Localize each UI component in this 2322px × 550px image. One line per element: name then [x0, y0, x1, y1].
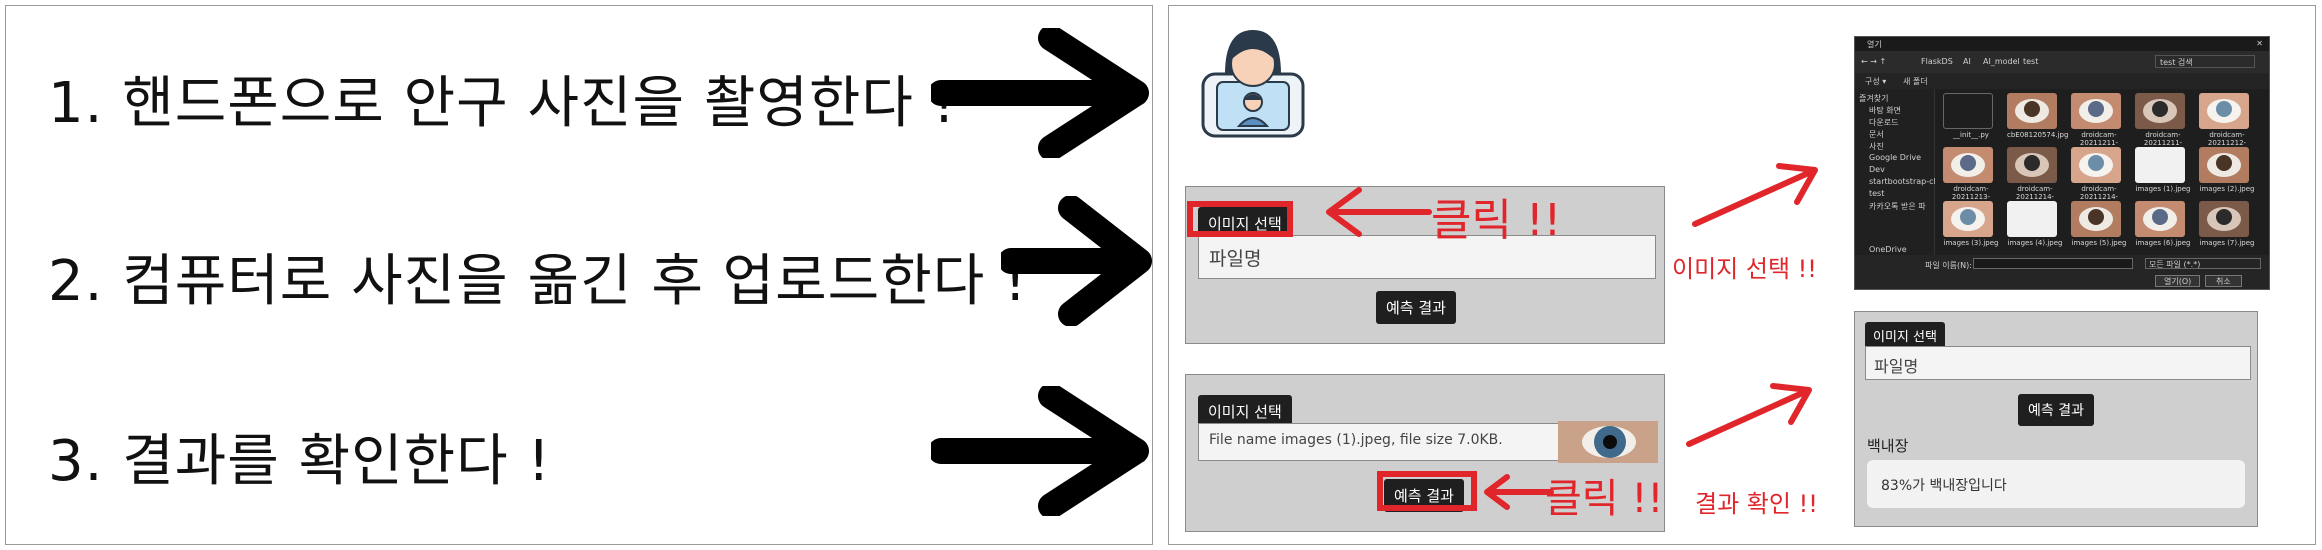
step-1-arrow	[931, 28, 1149, 158]
back-icon[interactable]: ← → ↑	[1861, 57, 1886, 66]
filename-input[interactable]	[1973, 258, 2133, 269]
click-arrow-1	[1326, 187, 1432, 237]
file-name: images (4).jpeg	[2007, 239, 2063, 247]
file-name: images (3).jpeg	[1943, 239, 1999, 247]
check-result-arrow	[1686, 383, 1812, 447]
file-name: images (6).jpeg	[2135, 239, 2191, 247]
file-thumbnail	[2071, 147, 2121, 183]
new-folder-button[interactable]: 새 폴더	[1903, 76, 1928, 87]
file-name: images (2).jpeg	[2199, 185, 2255, 193]
select-image-arrow	[1692, 163, 1818, 227]
check-result-label: 결과 확인 !!	[1695, 490, 1818, 518]
file-thumbnail	[2071, 201, 2121, 237]
screens-panel: 이미지 선택 파일명 예측 결과 클릭 !! 이미지 선택 File name …	[1168, 5, 2316, 545]
click-label-2: 클릭 !!	[1545, 476, 1664, 522]
file-item[interactable]: images (6).jpeg	[2135, 201, 2191, 247]
close-icon[interactable]: ✕	[2256, 39, 2263, 48]
file-thumbnail	[1943, 147, 1993, 183]
filename-label: 파일 이름(N):	[1925, 261, 1972, 270]
select-button-highlight	[1187, 201, 1293, 237]
file-item[interactable]: droidcam-20211211-142533.jpg	[2135, 93, 2191, 155]
step-2-arrow	[1001, 196, 1152, 326]
file-item[interactable]: __init__.py	[1943, 93, 1999, 139]
sidebar-item[interactable]: test	[1869, 189, 1884, 198]
click-label-1: 클릭 !!	[1431, 195, 1562, 246]
path-segment-1[interactable]: FlaskDS	[1921, 57, 1953, 66]
file-item[interactable]: images (3).jpeg	[1943, 201, 1999, 247]
explorer-title-bar: 열기 ✕	[1855, 37, 2269, 51]
file-item[interactable]: droidcam-20211214-141700.jpeg	[2007, 147, 2063, 209]
file-item[interactable]: droidcam-20211211-140000.jpg	[2071, 93, 2127, 155]
file-type-filter[interactable]: 모든 파일 (*.*)	[2145, 258, 2261, 269]
file-item[interactable]: images (7).jpeg	[2199, 201, 2255, 247]
file-item[interactable]: images (2).jpeg	[2199, 147, 2255, 193]
explorer-toolbar: 구성 ▾ 새 폴더	[1855, 73, 2269, 89]
sidebar-item[interactable]: 즐겨찾기	[1859, 93, 1888, 104]
filename-field-2[interactable]: 파일명	[1865, 346, 2251, 380]
file-item[interactable]: droidcam-20211213-235559.jpeg	[1943, 147, 1999, 209]
file-item[interactable]: images (5).jpeg	[2071, 201, 2127, 247]
file-item[interactable]: images (1).jpeg	[2135, 147, 2191, 193]
sidebar-item[interactable]: 사진	[1869, 141, 1884, 152]
predict-button-3[interactable]: 예측 결과	[2018, 394, 2094, 426]
explorer-title: 열기	[1867, 40, 1882, 49]
sidebar-item[interactable]: Google Drive	[1869, 153, 1921, 162]
select-image-button-3[interactable]: 이미지 선택	[1865, 322, 1945, 349]
file-item[interactable]: droidcam-20211214-145510.jpeg	[2071, 147, 2127, 209]
predict-button[interactable]: 예측 결과	[1376, 291, 1456, 324]
file-name: cbE08120574.jpg	[2007, 131, 2069, 139]
step-3-label: 3. 결과를 확인한다 !	[48, 429, 551, 494]
file-thumbnail	[1943, 201, 1993, 237]
sidebar-item[interactable]: 바탕 화면	[1869, 105, 1901, 116]
sidebar-item[interactable]: 카카오톡 받은 파	[1869, 201, 1926, 212]
sidebar-item[interactable]: 문서	[1869, 129, 1884, 140]
file-item[interactable]: droidcam-20211212-235517.jpg	[2199, 93, 2255, 155]
file-thumbnail	[2199, 93, 2249, 129]
file-thumbnail	[2007, 93, 2057, 129]
path-segment-3[interactable]: AI_model	[1983, 57, 2020, 66]
phone-camera-icon	[1201, 30, 1305, 138]
steps-panel: 1. 핸드폰으로 안구 사진을 촬영한다 ! 2. 컴퓨터로 사진을 옮긴 후 …	[5, 5, 1153, 545]
explorer-address-bar: ← → ↑ FlaskDS AI AI_model test test 검색	[1855, 51, 2269, 73]
sidebar-item[interactable]: Dev	[1869, 165, 1885, 174]
search-input[interactable]: test 검색	[2155, 55, 2255, 68]
sidebar-item[interactable]: startbootstrap-cl	[1869, 177, 1936, 186]
file-thumbnail	[2007, 147, 2057, 183]
step-3-arrow	[931, 386, 1149, 516]
step-1-label: 1. 핸드폰으로 안구 사진을 촬영한다 !	[48, 71, 957, 136]
file-thumbnail	[2135, 93, 2185, 129]
file-thumbnail	[2007, 201, 2057, 237]
file-item[interactable]: images (4).jpeg	[2007, 201, 2063, 247]
explorer-footer: 파일 이름(N): 모든 파일 (*.*) 열기(O) 취소	[1855, 255, 2269, 289]
file-name: images (1).jpeg	[2135, 185, 2191, 193]
file-thumbnail	[2135, 147, 2185, 183]
result-form: 이미지 선택 파일명 예측 결과 백내장 83%가 백내장입니다	[1854, 311, 2258, 527]
files-grid: __init__.py cbE08120574.jpg droidcam-20211…	[1943, 93, 2263, 253]
sidebar-item[interactable]: 다운로드	[1869, 117, 1898, 128]
uploaded-eye-image	[1558, 421, 1658, 463]
file-name: images (5).jpeg	[2071, 239, 2127, 247]
filename-field[interactable]: 파일명	[1198, 235, 1656, 279]
organize-menu[interactable]: 구성 ▾	[1865, 76, 1886, 87]
cancel-button[interactable]: 취소	[2205, 275, 2242, 287]
select-image-label: 이미지 선택 !!	[1672, 255, 1817, 283]
file-name: __init__.py	[1953, 131, 1989, 139]
file-thumbnail	[2135, 201, 2185, 237]
open-button[interactable]: 열기(O)	[2155, 275, 2201, 287]
file-name: images (7).jpeg	[2199, 239, 2255, 247]
file-item[interactable]: cbE08120574.jpg	[2007, 93, 2069, 139]
file-thumbnail	[2199, 201, 2249, 237]
sidebar-item[interactable]: OneDrive	[1869, 245, 1907, 254]
result-section-label: 백내장	[1867, 437, 1909, 455]
path-segment-4[interactable]: test	[2023, 57, 2038, 66]
path-segment-2[interactable]: AI	[1963, 57, 1971, 66]
file-explorer-dialog: 열기 ✕ ← → ↑ FlaskDS AI AI_model test test…	[1854, 36, 2270, 290]
step-2-label: 2. 컴퓨터로 사진을 옮긴 후 업로드한다 !	[48, 249, 1028, 314]
file-thumbnail	[1943, 93, 1993, 129]
result-box: 83%가 백내장입니다	[1867, 460, 2245, 508]
predict-button-highlight	[1377, 471, 1477, 511]
file-thumbnail	[2071, 93, 2121, 129]
file-thumbnail	[2199, 147, 2249, 183]
